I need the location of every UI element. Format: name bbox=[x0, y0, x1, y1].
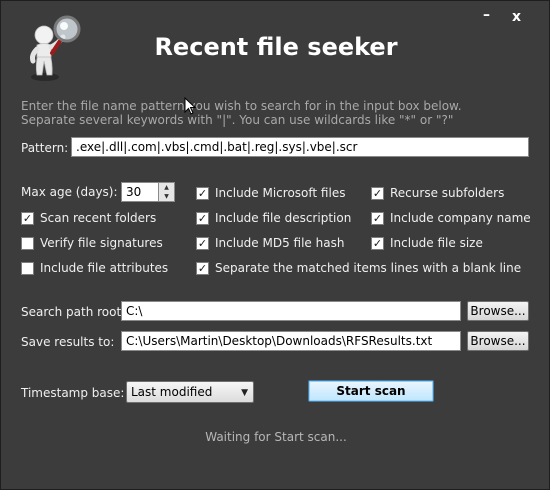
timestamp-select[interactable]: Last modified ▼ bbox=[126, 381, 254, 403]
checkbox-scan-recent-folders[interactable]: ✓ Scan recent folders bbox=[21, 210, 156, 226]
app-title: Recent file seeker bbox=[154, 33, 398, 61]
checkbox-include-company-name[interactable]: ✓ Include company name bbox=[371, 210, 531, 226]
checkbox-include-file-description[interactable]: ✓ Include file description bbox=[196, 210, 351, 226]
save-results-input[interactable]: C:\Users\Martin\Desktop\Downloads\RFSRes… bbox=[121, 331, 461, 351]
status-text: Waiting for Start scan... bbox=[205, 430, 347, 444]
instructions-line-2: Separate several keywords with "|". You … bbox=[21, 113, 454, 127]
checkbox-label: Include file description bbox=[215, 211, 352, 225]
instructions-line-1: Enter the file name pattern you wish to … bbox=[21, 99, 462, 113]
chevron-down-icon[interactable]: ▼ bbox=[241, 386, 248, 400]
max-age-input[interactable]: 30 bbox=[121, 182, 159, 202]
checkbox-label: Include company name bbox=[390, 211, 531, 225]
check-icon[interactable]: ✓ bbox=[196, 236, 209, 250]
check-icon[interactable]: ✓ bbox=[371, 186, 384, 200]
timestamp-selected-value: Last modified bbox=[131, 385, 213, 399]
search-path-browse-button[interactable]: Browse... bbox=[467, 301, 529, 321]
checkbox-include-file-size[interactable]: ✓ Include file size bbox=[371, 235, 483, 251]
check-icon[interactable]: ✓ bbox=[371, 211, 384, 225]
mouse-cursor-icon bbox=[184, 97, 196, 115]
checkbox-label: Include file attributes bbox=[40, 261, 169, 275]
checkbox-include-md5-hash[interactable]: ✓ Include MD5 file hash bbox=[196, 235, 344, 251]
max-age-spinner[interactable]: ▲ ▼ bbox=[158, 182, 175, 202]
checkbox-include-microsoft-files[interactable]: ✓ Include Microsoft files bbox=[196, 185, 345, 201]
checkbox-label: Verify file signatures bbox=[40, 236, 163, 250]
save-results-label: Save results to: bbox=[21, 335, 115, 349]
minimize-button[interactable]: – bbox=[483, 7, 490, 23]
check-icon[interactable]: ✓ bbox=[196, 261, 209, 275]
checkbox-label: Include MD5 file hash bbox=[215, 236, 345, 250]
search-path-label: Search path root: bbox=[21, 305, 126, 319]
unchecked-box-icon[interactable] bbox=[21, 236, 34, 250]
pattern-input[interactable]: .exe|.dll|.com|.vbs|.cmd|.bat|.reg|.sys|… bbox=[71, 137, 529, 157]
pattern-label: Pattern: bbox=[21, 141, 69, 155]
unchecked-box-icon[interactable] bbox=[21, 261, 34, 275]
checkbox-label: Include file size bbox=[390, 236, 483, 250]
check-icon[interactable]: ✓ bbox=[371, 236, 384, 250]
max-age-label: Max age (days): bbox=[21, 185, 118, 199]
spin-down-icon[interactable]: ▼ bbox=[159, 192, 174, 201]
checkbox-label: Recurse subfolders bbox=[390, 186, 505, 200]
checkbox-label: Include Microsoft files bbox=[215, 186, 346, 200]
check-icon[interactable]: ✓ bbox=[196, 211, 209, 225]
checkbox-include-file-attributes[interactable]: Include file attributes bbox=[21, 260, 168, 276]
app-window: – x Recent file seeker Enter the file na… bbox=[0, 0, 550, 490]
search-path-input[interactable]: C:\ bbox=[121, 301, 461, 321]
checkbox-separate-lines[interactable]: ✓ Separate the matched items lines with … bbox=[196, 260, 521, 276]
timestamp-label: Timestamp base: bbox=[21, 386, 125, 400]
checkbox-label: Scan recent folders bbox=[40, 211, 157, 225]
instructions-text: Enter the file name pattern you wish to … bbox=[21, 99, 521, 127]
check-icon[interactable]: ✓ bbox=[21, 211, 34, 225]
checkbox-recurse-subfolders[interactable]: ✓ Recurse subfolders bbox=[371, 185, 504, 201]
save-results-browse-button[interactable]: Browse... bbox=[467, 331, 529, 351]
check-icon[interactable]: ✓ bbox=[196, 186, 209, 200]
checkbox-label: Separate the matched items lines with a … bbox=[215, 261, 522, 275]
spin-up-icon[interactable]: ▲ bbox=[159, 183, 174, 192]
checkbox-verify-file-signatures[interactable]: Verify file signatures bbox=[21, 235, 163, 251]
start-scan-button[interactable]: Start scan bbox=[308, 380, 434, 402]
close-button[interactable]: x bbox=[512, 9, 521, 25]
